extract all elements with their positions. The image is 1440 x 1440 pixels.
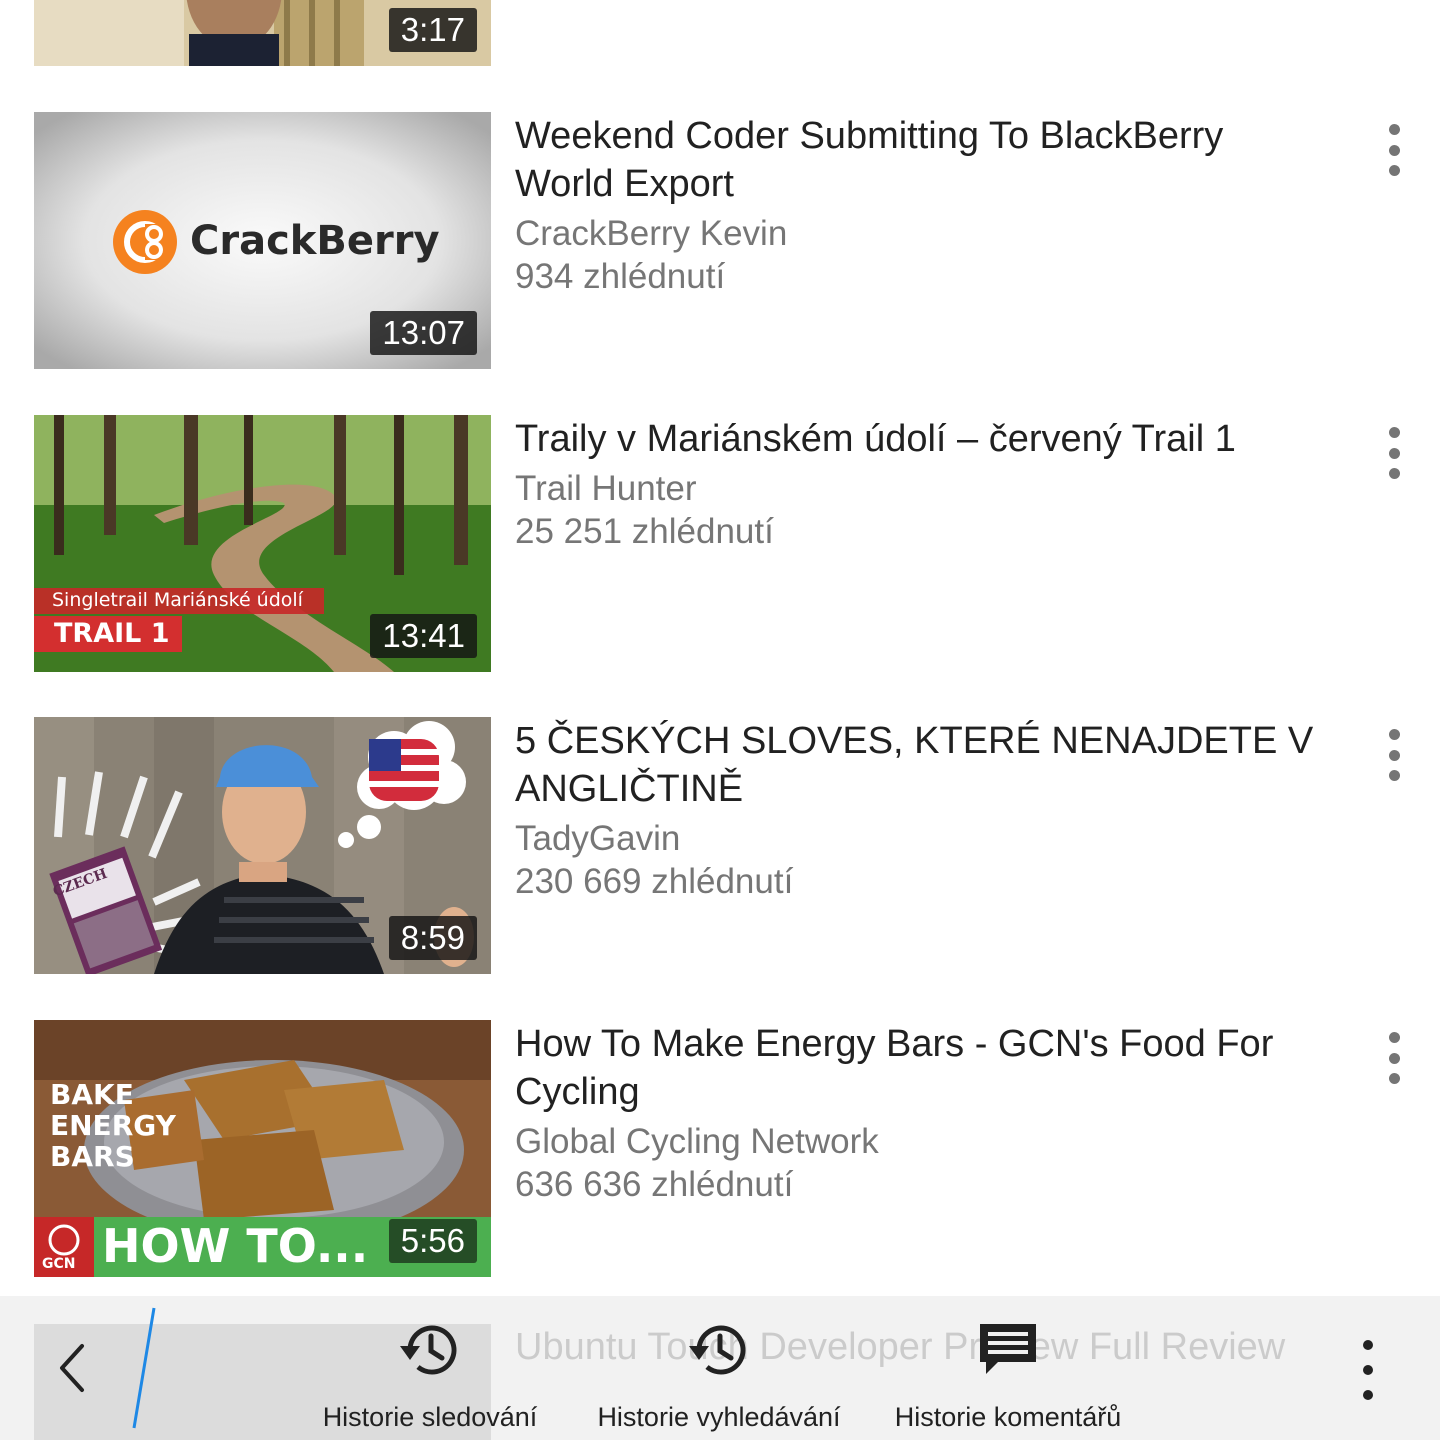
video-title[interactable]: Weekend Coder Submitting To BlackBerry W… bbox=[515, 112, 1315, 208]
video-info: Weekend Coder Submitting To BlackBerry W… bbox=[515, 112, 1315, 298]
video-item[interactable]: 3:17 bbox=[0, 0, 1440, 66]
video-channel[interactable]: Global Cycling Network bbox=[515, 1120, 1315, 1163]
video-channel[interactable]: CrackBerry Kevin bbox=[515, 212, 1315, 255]
thumbnail-text: BARS bbox=[50, 1140, 135, 1173]
search-history-label: Historie vyhledávání bbox=[597, 1402, 841, 1432]
video-title[interactable]: 5 ČESKÝCH SLOVES, KTERÉ NENAJDETE V ANGL… bbox=[515, 717, 1315, 813]
more-options-icon[interactable] bbox=[1376, 120, 1412, 180]
video-info: 5 ČESKÝCH SLOVES, KTERÉ NENAJDETE V ANGL… bbox=[515, 717, 1315, 903]
watch-history-button[interactable]: Historie sledování bbox=[318, 1318, 542, 1436]
thumbnail-banner-bottom: TRAIL 1 bbox=[54, 618, 170, 649]
video-channel[interactable]: Trail Hunter bbox=[515, 467, 1315, 510]
video-info: Traily v Mariánském údolí – červený Trai… bbox=[515, 415, 1315, 553]
video-thumbnail[interactable]: Singletrail Mariánské údolí TRAIL 1 13:4… bbox=[34, 415, 491, 672]
history-icon bbox=[689, 1325, 746, 1375]
thumbnail-logo: GCN bbox=[42, 1256, 76, 1272]
video-title[interactable]: Traily v Mariánském údolí – červený Trai… bbox=[515, 415, 1315, 463]
video-views: 25 251 zhlédnutí bbox=[515, 512, 774, 551]
video-duration: 13:41 bbox=[370, 614, 477, 658]
video-list: 3:17 CrackBerry 13:07 Weekend Coder Subm… bbox=[0, 0, 1440, 1440]
chevron-left-icon bbox=[60, 1344, 84, 1392]
comment-history-button[interactable]: Historie komentářů bbox=[888, 1318, 1128, 1436]
video-thumbnail[interactable]: 3:17 bbox=[34, 0, 491, 66]
video-views: 934 zhlédnutí bbox=[515, 257, 726, 296]
video-title[interactable]: How To Make Energy Bars - GCN's Food For… bbox=[515, 1020, 1315, 1116]
thumbnail-banner-top: Singletrail Mariánské údolí bbox=[52, 589, 303, 611]
more-options-icon[interactable] bbox=[1376, 1028, 1412, 1088]
bottom-action-bar: Ubuntu Touch Developer Preview Full Revi… bbox=[0, 1296, 1440, 1440]
back-button[interactable] bbox=[48, 1336, 96, 1400]
watch-history-label: Historie sledování bbox=[322, 1402, 538, 1432]
search-history-button[interactable]: Historie vyhledávání bbox=[593, 1318, 845, 1436]
accent-divider bbox=[132, 1307, 156, 1429]
comment-history-label: Historie komentářů bbox=[894, 1402, 1122, 1432]
video-duration: 5:56 bbox=[388, 1219, 477, 1263]
video-duration: 3:17 bbox=[388, 8, 477, 52]
comment-icon bbox=[980, 1324, 1036, 1374]
thumbnail-banner: HOW TO... bbox=[102, 1219, 369, 1273]
thumbnail-brand-text: CrackBerry bbox=[190, 218, 440, 264]
more-options-icon[interactable] bbox=[1376, 423, 1412, 483]
video-channel[interactable]: TadyGavin bbox=[515, 817, 1315, 860]
video-item[interactable]: BAKE ENERGY BARS HOW TO... GCN 5:56 How … bbox=[0, 1020, 1440, 1277]
video-views: 636 636 zhlédnutí bbox=[515, 1165, 794, 1204]
more-options-icon[interactable] bbox=[1376, 725, 1412, 785]
overflow-menu-icon[interactable] bbox=[1350, 1340, 1386, 1400]
video-info: How To Make Energy Bars - GCN's Food For… bbox=[515, 1020, 1315, 1206]
history-icon bbox=[400, 1325, 457, 1375]
video-thumbnail[interactable]: CrackBerry 13:07 bbox=[34, 112, 491, 369]
video-item[interactable]: CZECH 8:59 5 ČESKÝCH SLOVES, KTERÉ NENAJ… bbox=[0, 717, 1440, 974]
video-views: 230 669 zhlédnutí bbox=[515, 862, 794, 901]
video-thumbnail[interactable]: CZECH 8:59 bbox=[34, 717, 491, 974]
video-item[interactable]: CrackBerry 13:07 Weekend Coder Submittin… bbox=[0, 112, 1440, 369]
thumbnail-text: ENERGY bbox=[50, 1109, 176, 1142]
video-duration: 13:07 bbox=[370, 311, 477, 355]
thumbnail-text: BAKE bbox=[50, 1078, 134, 1111]
video-item[interactable]: Singletrail Mariánské údolí TRAIL 1 13:4… bbox=[0, 415, 1440, 672]
video-duration: 8:59 bbox=[388, 916, 477, 960]
video-thumbnail[interactable]: BAKE ENERGY BARS HOW TO... GCN 5:56 bbox=[34, 1020, 491, 1277]
